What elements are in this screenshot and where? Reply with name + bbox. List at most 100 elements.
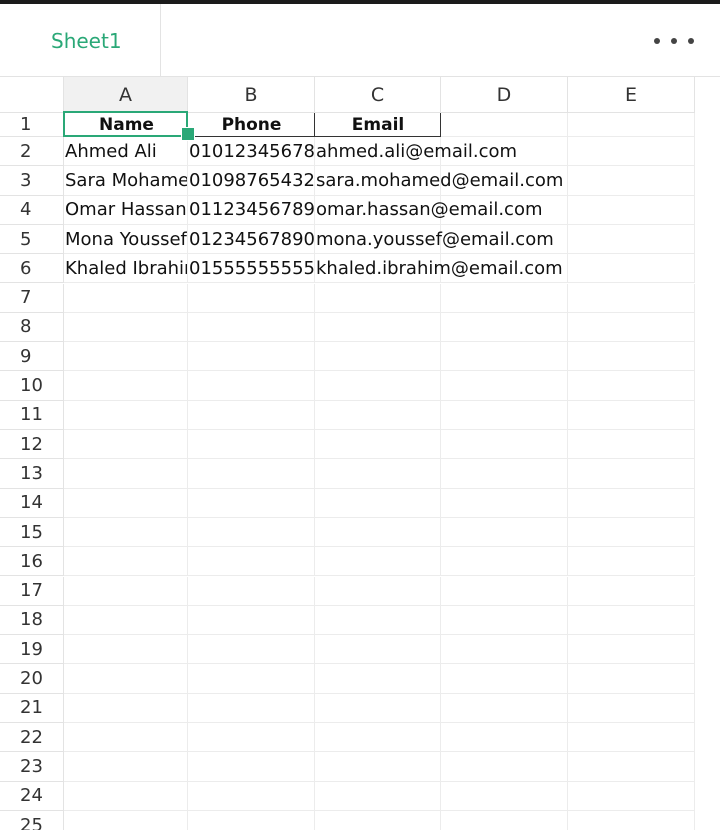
cell-e13[interactable] [568,459,695,489]
cell-b11[interactable] [188,400,315,430]
cell-a3[interactable]: Sara Mohamed [64,166,188,196]
cell-b22[interactable] [188,723,315,753]
cell-c11[interactable] [315,400,441,430]
cell-c4[interactable]: omar.hassan@email.com [315,195,543,225]
cell-b15[interactable] [188,517,315,548]
cell-b12[interactable] [188,430,315,460]
cell-b5[interactable]: 01234567890 [188,224,315,255]
cell-e7[interactable] [568,283,695,313]
cell-e1[interactable] [568,113,695,137]
cell-d2[interactable] [441,137,568,167]
cell-a18[interactable] [64,605,188,636]
row-header-24[interactable]: 24 [0,781,64,811]
cell-d7[interactable] [441,283,568,313]
cell-d6[interactable] [441,254,568,284]
cell-b16[interactable] [188,547,315,577]
cell-e17[interactable] [568,576,695,606]
cell-a4[interactable]: Omar Hassan [64,195,188,225]
cell-d25[interactable] [441,810,568,830]
cell-d24[interactable] [441,781,568,811]
cell-d9[interactable] [441,342,568,372]
cell-a8[interactable] [64,312,188,343]
cell-c13[interactable] [315,459,441,489]
cell-c6[interactable]: khaled.ibrahim@email.com [315,254,563,284]
cell-d12[interactable] [441,430,568,460]
cell-a11[interactable] [64,400,188,430]
cell-b14[interactable] [188,488,315,518]
row-header-20[interactable]: 20 [0,664,64,694]
cell-c9[interactable] [315,342,441,372]
cell-d14[interactable] [441,488,568,518]
cell-e4[interactable] [568,195,695,225]
cell-e21[interactable] [568,693,695,723]
cell-c21[interactable] [315,693,441,723]
cell-a5[interactable]: Mona Youssef [64,224,188,255]
sheet-tab-sheet1[interactable]: Sheet1 [0,4,161,77]
cell-a2[interactable]: Ahmed Ali [64,137,188,167]
cell-c23[interactable] [315,752,441,782]
cell-c24[interactable] [315,781,441,811]
cell-e24[interactable] [568,781,695,811]
cell-a12[interactable] [64,430,188,460]
cell-a23[interactable] [64,752,188,782]
cell-d10[interactable] [441,371,568,401]
cell-d19[interactable] [441,635,568,665]
row-header-19[interactable]: 19 [0,635,64,665]
cell-c1[interactable]: Email [315,113,441,137]
cell-c7[interactable] [315,283,441,313]
cell-a6[interactable]: Khaled Ibrahim [64,254,188,284]
cell-a22[interactable] [64,723,188,753]
cell-d20[interactable] [441,664,568,694]
cell-b1[interactable]: Phone [188,113,315,137]
row-header-25[interactable]: 25 [0,810,64,830]
cell-d3[interactable] [441,166,568,196]
row-header-1[interactable]: 1 [0,113,64,137]
cell-a9[interactable] [64,342,188,372]
row-header-21[interactable]: 21 [0,693,64,723]
cell-a21[interactable] [64,693,188,723]
row-header-11[interactable]: 11 [0,400,64,430]
row-header-5[interactable]: 5 [0,224,64,255]
cell-c16[interactable] [315,547,441,577]
cell-b10[interactable] [188,371,315,401]
row-header-2[interactable]: 2 [0,137,64,167]
cell-d13[interactable] [441,459,568,489]
cell-a17[interactable] [64,576,188,606]
cell-a24[interactable] [64,781,188,811]
cell-c5[interactable]: mona.youssef@email.com [315,224,554,255]
cell-c17[interactable] [315,576,441,606]
cell-e14[interactable] [568,488,695,518]
cell-c2[interactable]: ahmed.ali@email.com [315,137,517,167]
cell-b17[interactable] [188,576,315,606]
cell-e18[interactable] [568,605,695,636]
cell-e23[interactable] [568,752,695,782]
cell-c10[interactable] [315,371,441,401]
cell-d16[interactable] [441,547,568,577]
cell-b4[interactable]: 01123456789 [188,195,315,225]
row-header-22[interactable]: 22 [0,723,64,753]
cell-c14[interactable] [315,488,441,518]
cell-a13[interactable] [64,459,188,489]
row-header-18[interactable]: 18 [0,605,64,636]
cell-a16[interactable] [64,547,188,577]
cell-c19[interactable] [315,635,441,665]
cell-b9[interactable] [188,342,315,372]
cell-e25[interactable] [568,810,695,830]
row-header-8[interactable]: 8 [0,312,64,343]
column-header-b[interactable]: B [188,77,315,113]
cell-d4[interactable] [441,195,568,225]
cell-b25[interactable] [188,810,315,830]
row-header-4[interactable]: 4 [0,195,64,225]
row-header-6[interactable]: 6 [0,254,64,284]
cell-d8[interactable] [441,312,568,343]
cell-e20[interactable] [568,664,695,694]
column-header-a[interactable]: A [64,77,188,113]
select-all-corner[interactable] [0,77,64,113]
cell-c25[interactable] [315,810,441,830]
cell-d18[interactable] [441,605,568,636]
row-header-16[interactable]: 16 [0,547,64,577]
cell-e22[interactable] [568,723,695,753]
more-options-button[interactable] [654,28,694,54]
cell-d23[interactable] [441,752,568,782]
cell-c20[interactable] [315,664,441,694]
